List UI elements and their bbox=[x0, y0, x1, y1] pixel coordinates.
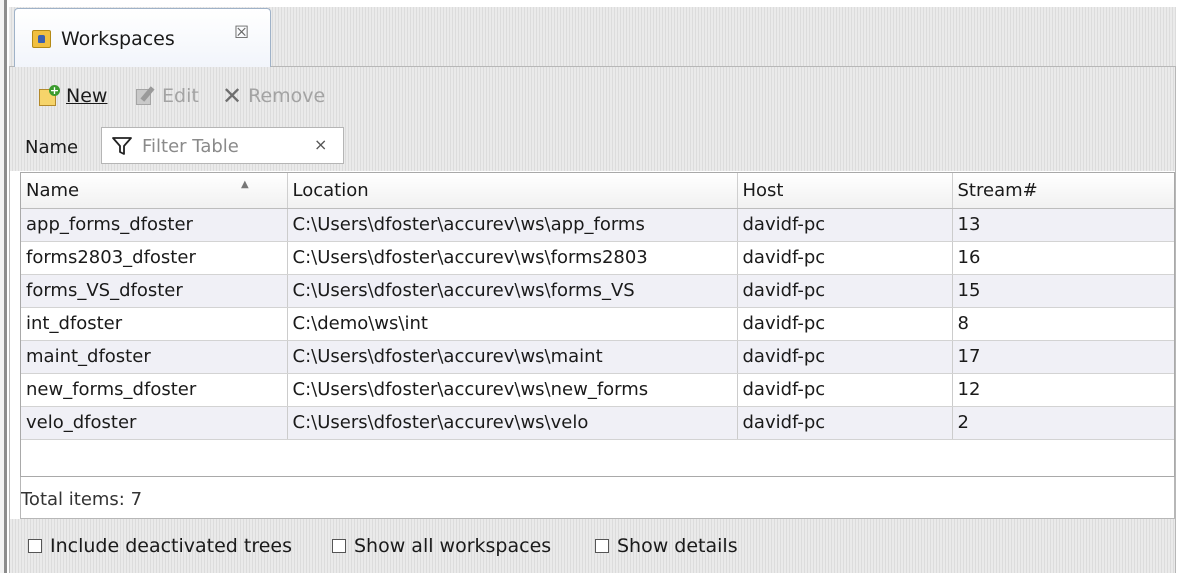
cell-location: C:\demo\ws\int bbox=[287, 307, 738, 341]
checkbox-unchecked-icon bbox=[28, 539, 42, 553]
new-button-label: New bbox=[66, 85, 108, 107]
cell-location: C:\Users\dfoster\accurev\ws\app_forms bbox=[287, 208, 738, 242]
toolbar: + New Edit ✕ Remove Name × bbox=[10, 67, 1175, 171]
filter-input[interactable] bbox=[142, 134, 302, 158]
cell-stream: 13 bbox=[952, 208, 1174, 242]
new-button[interactable]: + New bbox=[38, 81, 107, 111]
checkbox-label: Show all workspaces bbox=[354, 535, 552, 557]
show-all-workspaces-checkbox[interactable]: Show all workspaces bbox=[332, 535, 551, 557]
filter-box[interactable]: × bbox=[101, 127, 344, 164]
funnel-icon bbox=[112, 137, 132, 155]
cell-stream: 17 bbox=[952, 340, 1174, 374]
cell-name: forms2803_dfoster bbox=[21, 241, 288, 275]
column-header-label: Stream# bbox=[957, 179, 1038, 201]
cell-location: C:\Users\dfoster\accurev\ws\velo bbox=[287, 406, 738, 440]
remove-button-label: Remove bbox=[248, 85, 326, 107]
cell-location: C:\Users\dfoster\accurev\ws\new_forms bbox=[287, 373, 738, 407]
cell-host: davidf-pc bbox=[737, 406, 953, 440]
edit-button-label: Edit bbox=[162, 85, 199, 107]
column-header-label: Name bbox=[26, 179, 80, 201]
column-header-location[interactable]: Location bbox=[287, 173, 738, 209]
window-left-border bbox=[0, 0, 7, 573]
cell-host: davidf-pc bbox=[737, 340, 953, 374]
table-header-row: Name ▲ Location Host Stream# bbox=[21, 173, 1174, 209]
column-header-label: Location bbox=[292, 179, 369, 201]
table-row[interactable]: forms_VS_dfoster C:\Users\dfoster\accure… bbox=[21, 274, 1174, 308]
include-deactivated-checkbox[interactable]: Include deactivated trees bbox=[28, 535, 292, 557]
table-row[interactable]: forms2803_dfoster C:\Users\dfoster\accur… bbox=[21, 241, 1174, 275]
table-row[interactable]: app_forms_dfoster C:\Users\dfoster\accur… bbox=[21, 208, 1174, 242]
options-bar: Include deactivated trees Show all works… bbox=[10, 519, 1175, 573]
edit-button[interactable]: Edit bbox=[136, 81, 199, 111]
clear-filter-icon[interactable]: × bbox=[314, 135, 327, 154]
table-row[interactable]: maint_dfoster C:\Users\dfoster\accurev\w… bbox=[21, 340, 1174, 374]
remove-x-icon: ✕ bbox=[222, 82, 243, 110]
workspaces-panel: + New Edit ✕ Remove Name × bbox=[9, 67, 1176, 573]
column-header-name[interactable]: Name ▲ bbox=[21, 173, 288, 209]
column-header-label: Host bbox=[742, 179, 784, 201]
cell-name: velo_dfoster bbox=[21, 406, 288, 440]
cell-name: app_forms_dfoster bbox=[21, 208, 288, 242]
checkbox-label: Include deactivated trees bbox=[50, 535, 293, 557]
tab-close-icon[interactable]: ☒ bbox=[234, 23, 249, 43]
column-header-stream[interactable]: Stream# bbox=[952, 173, 1174, 209]
cell-stream: 15 bbox=[952, 274, 1174, 308]
cell-name: maint_dfoster bbox=[21, 340, 288, 374]
remove-button[interactable]: ✕ Remove bbox=[222, 81, 325, 111]
status-bar: Total items: 7 bbox=[20, 477, 1175, 519]
workspace-icon bbox=[32, 30, 51, 48]
checkbox-unchecked-icon bbox=[332, 539, 346, 553]
cell-host: davidf-pc bbox=[737, 241, 953, 275]
cell-location: C:\Users\dfoster\accurev\ws\forms_VS bbox=[287, 274, 738, 308]
cell-stream: 12 bbox=[952, 373, 1174, 407]
edit-icon bbox=[136, 86, 156, 106]
sort-ascending-icon: ▲ bbox=[241, 179, 249, 190]
workspaces-view: Workspaces ☒ + New Edit ✕ Remove Name Fi… bbox=[0, 0, 1181, 573]
table-row[interactable]: new_forms_dfoster C:\Users\dfoster\accur… bbox=[21, 373, 1174, 407]
cell-stream: 2 bbox=[952, 406, 1174, 440]
cell-host: davidf-pc bbox=[737, 274, 953, 308]
cell-host: davidf-pc bbox=[737, 373, 953, 407]
table-row[interactable]: velo_dfoster C:\Users\dfoster\accurev\ws… bbox=[21, 406, 1174, 440]
new-workspace-icon: + bbox=[38, 85, 60, 107]
cell-host: davidf-pc bbox=[737, 307, 953, 341]
column-header-host[interactable]: Host bbox=[737, 173, 953, 209]
show-details-checkbox[interactable]: Show details bbox=[595, 535, 738, 557]
table-row[interactable]: int_dfoster C:\demo\ws\int davidf-pc 8 bbox=[21, 307, 1174, 341]
cell-name: forms_VS_dfoster bbox=[21, 274, 288, 308]
cell-name: int_dfoster bbox=[21, 307, 288, 341]
tab-workspaces[interactable]: Workspaces ☒ bbox=[14, 8, 271, 67]
cell-location: C:\Users\dfoster\accurev\ws\maint bbox=[287, 340, 738, 374]
cell-location: C:\Users\dfoster\accurev\ws\forms2803 bbox=[287, 241, 738, 275]
tab-label: Workspaces bbox=[61, 28, 175, 50]
cell-stream: 8 bbox=[952, 307, 1174, 341]
tab-strip: Workspaces ☒ bbox=[9, 7, 1176, 67]
cell-name: new_forms_dfoster bbox=[21, 373, 288, 407]
cell-host: davidf-pc bbox=[737, 208, 953, 242]
total-items-text: Total items: 7 bbox=[21, 489, 143, 510]
checkbox-label: Show details bbox=[617, 535, 738, 557]
checkbox-unchecked-icon bbox=[595, 539, 609, 553]
workspaces-table: Name ▲ Location Host Stream# app_forms_df… bbox=[20, 172, 1175, 477]
filter-label: Name bbox=[25, 137, 79, 158]
cell-stream: 16 bbox=[952, 241, 1174, 275]
